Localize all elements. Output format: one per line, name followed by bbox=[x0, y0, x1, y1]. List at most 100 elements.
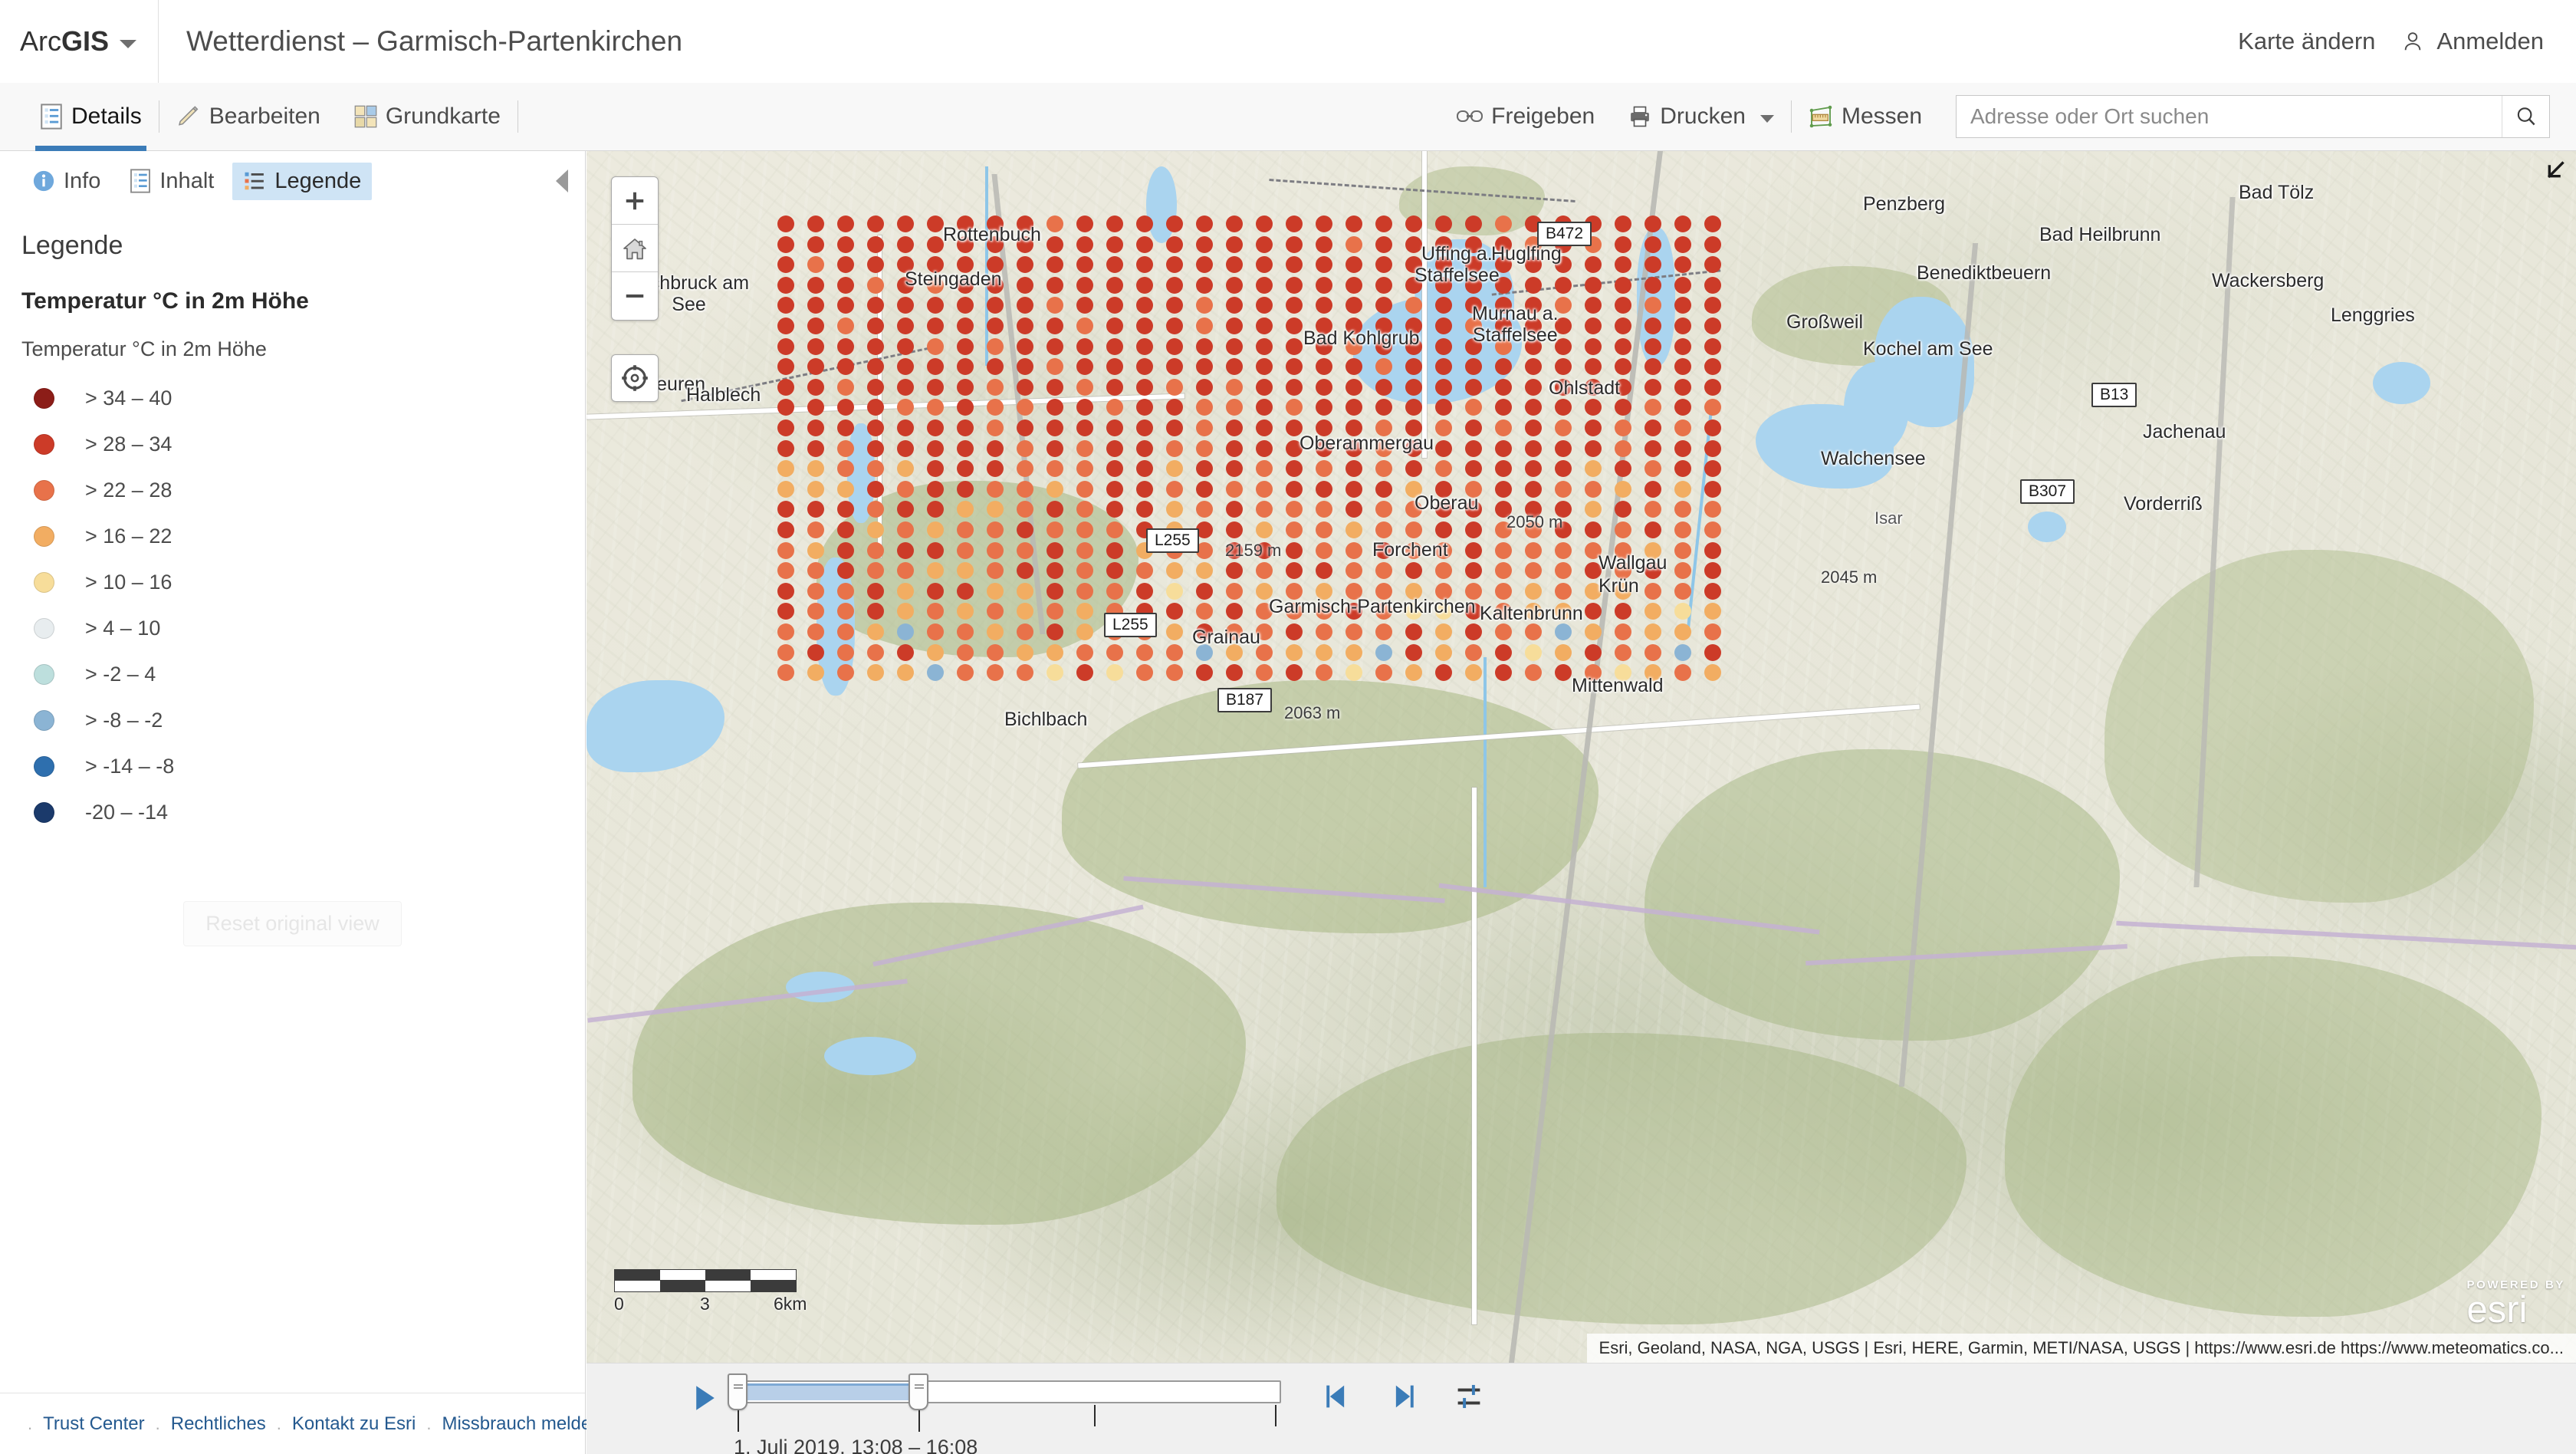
temperature-point[interactable] bbox=[1405, 256, 1422, 274]
temperature-point[interactable] bbox=[1435, 235, 1452, 253]
temperature-point[interactable] bbox=[1644, 358, 1661, 376]
temperature-point[interactable] bbox=[1226, 521, 1243, 538]
temperature-point[interactable] bbox=[807, 480, 824, 498]
temperature-point[interactable] bbox=[1196, 358, 1213, 376]
temperature-point[interactable] bbox=[1256, 358, 1273, 376]
temperature-point[interactable] bbox=[777, 562, 794, 580]
temperature-point[interactable] bbox=[1166, 358, 1183, 376]
temperature-point[interactable] bbox=[897, 501, 914, 518]
temperature-point[interactable] bbox=[1046, 337, 1063, 355]
temperature-point[interactable] bbox=[1585, 501, 1602, 518]
temperature-point[interactable] bbox=[1465, 297, 1482, 314]
temperature-point[interactable] bbox=[1495, 603, 1512, 620]
temperature-point[interactable] bbox=[1375, 541, 1392, 559]
temperature-point[interactable] bbox=[1256, 643, 1273, 661]
temperature-point[interactable] bbox=[1346, 623, 1362, 640]
temperature-point[interactable] bbox=[1615, 378, 1631, 396]
temperature-point[interactable] bbox=[1046, 256, 1063, 274]
temperature-point[interactable] bbox=[1286, 358, 1303, 376]
temperature-point[interactable] bbox=[1644, 297, 1661, 314]
temperature-point[interactable] bbox=[1196, 643, 1213, 661]
temperature-point[interactable] bbox=[927, 562, 944, 580]
temperature-point[interactable] bbox=[927, 480, 944, 498]
temperature-point[interactable] bbox=[1555, 358, 1572, 376]
temperature-point[interactable] bbox=[1256, 378, 1273, 396]
temperature-point[interactable] bbox=[777, 419, 794, 436]
temperature-point[interactable] bbox=[1346, 541, 1362, 559]
temperature-point[interactable] bbox=[1704, 297, 1721, 314]
change-map-link[interactable]: Karte ändern bbox=[2238, 28, 2375, 55]
temperature-point[interactable] bbox=[1405, 623, 1422, 640]
temperature-point[interactable] bbox=[1495, 276, 1512, 294]
collapse-panel-icon[interactable] bbox=[556, 169, 568, 192]
temperature-point[interactable] bbox=[927, 664, 944, 682]
temperature-point[interactable] bbox=[1136, 215, 1153, 232]
time-settings-button[interactable] bbox=[1456, 1383, 1482, 1413]
temperature-point[interactable] bbox=[1346, 235, 1362, 253]
temperature-point[interactable] bbox=[1286, 603, 1303, 620]
temperature-point[interactable] bbox=[1256, 664, 1273, 682]
temperature-point[interactable] bbox=[1704, 603, 1721, 620]
temperature-point[interactable] bbox=[867, 399, 884, 416]
temperature-point[interactable] bbox=[1286, 623, 1303, 640]
temperature-point[interactable] bbox=[1136, 501, 1153, 518]
map-viewport[interactable]: Huglfing rnbeuren Rottenbuch Penzberg Bad Tö… bbox=[586, 151, 2576, 1363]
temperature-point[interactable] bbox=[1166, 480, 1183, 498]
temperature-point[interactable] bbox=[987, 582, 1004, 600]
temperature-point[interactable] bbox=[1704, 215, 1721, 232]
temperature-point[interactable] bbox=[1106, 399, 1123, 416]
temperature-point[interactable] bbox=[1136, 317, 1153, 334]
temperature-point[interactable] bbox=[1316, 297, 1332, 314]
temperature-point[interactable] bbox=[957, 358, 974, 376]
temperature-point[interactable] bbox=[867, 603, 884, 620]
temperature-point[interactable] bbox=[1286, 419, 1303, 436]
temperature-point[interactable] bbox=[1375, 521, 1392, 538]
temperature-point[interactable] bbox=[1196, 460, 1213, 478]
temperature-point[interactable] bbox=[1375, 480, 1392, 498]
temperature-point[interactable] bbox=[837, 541, 854, 559]
temperature-point[interactable] bbox=[1076, 235, 1093, 253]
temperature-point[interactable] bbox=[1286, 235, 1303, 253]
temperature-point[interactable] bbox=[1046, 419, 1063, 436]
temperature-point[interactable] bbox=[1495, 562, 1512, 580]
temperature-point[interactable] bbox=[1704, 439, 1721, 457]
temperature-point[interactable] bbox=[897, 480, 914, 498]
temperature-point[interactable] bbox=[897, 419, 914, 436]
temperature-point[interactable] bbox=[1256, 215, 1273, 232]
temperature-point[interactable] bbox=[1136, 256, 1153, 274]
temperature-point[interactable] bbox=[1076, 501, 1093, 518]
temperature-point[interactable] bbox=[1674, 317, 1691, 334]
temperature-point[interactable] bbox=[1465, 521, 1482, 538]
locate-me-button[interactable] bbox=[611, 354, 659, 402]
temperature-point[interactable] bbox=[1615, 317, 1631, 334]
temperature-point[interactable] bbox=[1435, 603, 1452, 620]
temperature-point[interactable] bbox=[837, 317, 854, 334]
temperature-point[interactable] bbox=[1076, 643, 1093, 661]
temperature-point[interactable] bbox=[1615, 419, 1631, 436]
temperature-point[interactable] bbox=[1196, 378, 1213, 396]
temperature-point[interactable] bbox=[1435, 460, 1452, 478]
temperature-point[interactable] bbox=[1166, 419, 1183, 436]
temperature-point[interactable] bbox=[927, 541, 944, 559]
temperature-point[interactable] bbox=[807, 541, 824, 559]
temperature-point[interactable] bbox=[1076, 562, 1093, 580]
temperature-point[interactable] bbox=[1256, 480, 1273, 498]
temperature-point[interactable] bbox=[1196, 337, 1213, 355]
temperature-point[interactable] bbox=[1644, 317, 1661, 334]
temperature-point[interactable] bbox=[1465, 419, 1482, 436]
temperature-point[interactable] bbox=[987, 317, 1004, 334]
temperature-point[interactable] bbox=[1196, 317, 1213, 334]
temperature-point[interactable] bbox=[1674, 664, 1691, 682]
temperature-point[interactable] bbox=[1674, 256, 1691, 274]
temperature-point[interactable] bbox=[1346, 297, 1362, 314]
temperature-point[interactable] bbox=[1196, 582, 1213, 600]
temperature-point[interactable] bbox=[1136, 297, 1153, 314]
temperature-point[interactable] bbox=[1316, 541, 1332, 559]
temperature-point[interactable] bbox=[1465, 460, 1482, 478]
temperature-point[interactable] bbox=[927, 582, 944, 600]
temperature-point[interactable] bbox=[867, 378, 884, 396]
temperature-point[interactable] bbox=[1405, 603, 1422, 620]
temperature-point[interactable] bbox=[987, 256, 1004, 274]
temperature-point[interactable] bbox=[1046, 603, 1063, 620]
temperature-point[interactable] bbox=[1495, 582, 1512, 600]
